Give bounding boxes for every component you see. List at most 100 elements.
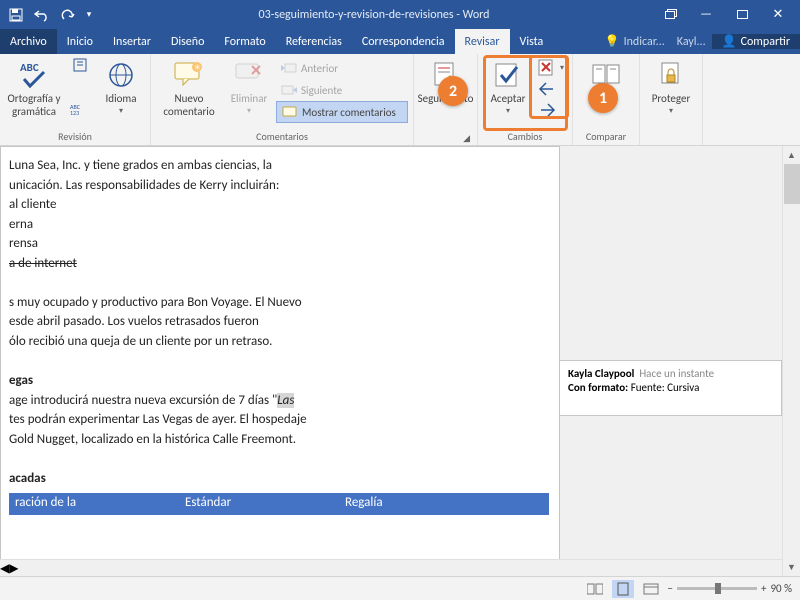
scroll-up-button[interactable]: ▲	[783, 146, 800, 164]
group-comparar: ar▾ Comparar	[573, 54, 640, 145]
word-count-button[interactable]: ABC123	[65, 97, 95, 121]
doc-line: esde abril pasado. Los vuelos retrasados…	[9, 313, 551, 331]
tab-correspondencia[interactable]: Correspondencia	[352, 29, 455, 54]
close-button[interactable]: ✕	[760, 0, 796, 29]
ortografia-button[interactable]: ABC Ortografía y gramática	[5, 57, 63, 121]
tab-inicio[interactable]: Inicio	[57, 29, 103, 54]
accept-icon	[492, 59, 524, 91]
tab-referencias[interactable]: Referencias	[276, 29, 352, 54]
prev-change-icon	[538, 81, 556, 97]
table-header-cell: Estándar	[179, 493, 339, 515]
group-proteger: Proteger▾	[640, 54, 703, 145]
rechazar-button[interactable]: ▾	[535, 57, 567, 78]
tab-formato[interactable]: Formato	[214, 29, 275, 54]
redo-button[interactable]	[56, 3, 80, 27]
zoom-in-button[interactable]: +	[761, 582, 766, 595]
revision-author: Kayla Claypool	[568, 367, 634, 380]
group-label-comentarios: Comentarios	[256, 129, 308, 144]
zoom-handle[interactable]	[715, 583, 721, 594]
globe-icon	[105, 59, 137, 91]
delete-comment-icon	[233, 59, 265, 91]
scroll-down-button[interactable]: ▼	[783, 558, 800, 576]
scroll-left-button[interactable]: ◀	[0, 561, 9, 576]
scroll-right-button[interactable]: ▶	[9, 561, 18, 576]
qat-customize[interactable]: ▾	[82, 3, 96, 27]
tell-me[interactable]: 💡Indicar...	[599, 34, 671, 49]
doc-heading: egas	[9, 372, 551, 390]
selected-text: Las	[277, 393, 294, 408]
lock-icon	[655, 59, 687, 91]
siguiente-comentario-button: Siguiente	[276, 79, 408, 101]
tab-revisar[interactable]: Revisar	[455, 29, 510, 54]
vscroll-thumb[interactable]	[784, 164, 800, 204]
next-comment-icon	[281, 83, 297, 97]
tab-insertar[interactable]: Insertar	[103, 29, 161, 54]
svg-text:ABC: ABC	[20, 61, 39, 74]
share-button[interactable]: 👤Compartir	[712, 34, 800, 49]
mostrar-comentarios-button[interactable]: Mostrar comentarios	[276, 101, 408, 123]
tab-vista[interactable]: Vista	[510, 29, 554, 54]
track-changes-icon	[430, 59, 462, 91]
table-header-cell: ración de la	[9, 493, 179, 515]
doc-line: erna	[9, 216, 551, 234]
zoom-out-button[interactable]: −	[668, 582, 673, 595]
eliminar-comentario-button: Eliminar▾	[224, 57, 274, 121]
nuevo-comentario-button[interactable]: ✳ Nuevo comentario	[156, 57, 222, 121]
revision-balloon[interactable]: Kayla Claypool Hace un instante Con form…	[560, 360, 782, 416]
tab-archivo[interactable]: Archivo	[0, 29, 57, 54]
idioma-button[interactable]: Idioma▾	[97, 57, 145, 121]
document-area: Luna Sea, Inc. y tiene grados en ambas c…	[0, 146, 782, 576]
horizontal-scrollbar[interactable]: ◀ ▶	[0, 559, 782, 576]
comparar-button[interactable]: ar▾	[578, 57, 634, 121]
revision-value: Fuente: Cursiva	[631, 381, 700, 394]
user-name[interactable]: Kayl...	[671, 35, 712, 49]
reject-icon	[538, 59, 556, 77]
new-comment-icon: ✳	[173, 59, 205, 91]
group-comentarios: ✳ Nuevo comentario Eliminar▾ Anterior Si…	[151, 54, 414, 145]
anterior-cambio-button[interactable]	[535, 78, 567, 99]
status-bar: − + 90 %	[0, 576, 800, 600]
aceptar-button[interactable]: Aceptar▾	[483, 57, 533, 121]
compare-icon	[590, 59, 622, 91]
doc-line-deleted: a de internet	[9, 255, 551, 273]
lightbulb-icon: 💡	[605, 34, 620, 49]
ribbon-options-button[interactable]	[652, 0, 688, 29]
proteger-button[interactable]: Proteger▾	[645, 57, 697, 121]
read-mode-button[interactable]	[584, 580, 606, 598]
save-button[interactable]	[4, 3, 28, 27]
anterior-comentario-button: Anterior	[276, 57, 408, 79]
doc-line: al cliente	[9, 196, 551, 214]
group-cambios: Aceptar▾ ▾ Cambios	[478, 54, 573, 145]
minimize-button[interactable]: —	[688, 0, 724, 29]
window-title: 03-seguimiento-y-revision-de-revisiones …	[96, 8, 652, 22]
ribbon-tabs: Archivo Inicio Insertar Diseño Formato R…	[0, 29, 800, 54]
zoom-control: − + 90 %	[668, 582, 792, 595]
doc-line: unicación. Las responsabilidades de Kerr…	[9, 177, 551, 195]
vertical-scrollbar[interactable]: ▲ ▼	[782, 146, 800, 576]
seguimiento-dialog-launcher[interactable]: ◢	[463, 133, 470, 144]
title-bar: ▾ 03-seguimiento-y-revision-de-revisione…	[0, 0, 800, 29]
page[interactable]: Luna Sea, Inc. y tiene grados en ambas c…	[0, 146, 560, 576]
siguiente-cambio-button[interactable]	[535, 99, 567, 120]
svg-text:123: 123	[70, 109, 79, 116]
undo-button[interactable]	[30, 3, 54, 27]
group-revision: ABC Ortografía y gramática ABC123 Idioma…	[0, 54, 151, 145]
window-controls: — ✕	[652, 0, 796, 29]
abc-check-icon: ABC	[18, 59, 50, 91]
web-layout-button[interactable]	[640, 580, 662, 598]
zoom-slider[interactable]	[677, 587, 757, 590]
thesaurus-button[interactable]	[65, 57, 95, 97]
zoom-level[interactable]: 90 %	[770, 582, 792, 595]
doc-line: rensa	[9, 235, 551, 253]
seguimiento-button[interactable]: Seguimiento	[417, 57, 475, 121]
tab-diseno[interactable]: Diseño	[161, 29, 214, 54]
print-layout-button[interactable]	[612, 580, 634, 598]
revision-label: Con formato:	[568, 381, 628, 394]
maximize-button[interactable]	[724, 0, 760, 29]
person-icon: 👤	[722, 34, 737, 49]
doc-line: s muy ocupado y productivo para Bon Voya…	[9, 294, 551, 312]
table-header-row: ración de la Estándar Regalía	[9, 493, 549, 515]
doc-line: Gold Nugget, localizado en la histórica …	[9, 431, 551, 449]
doc-line: tes podrán experimentar Las Vegas de aye…	[9, 411, 551, 429]
group-label-revision: Revisión	[58, 129, 92, 144]
